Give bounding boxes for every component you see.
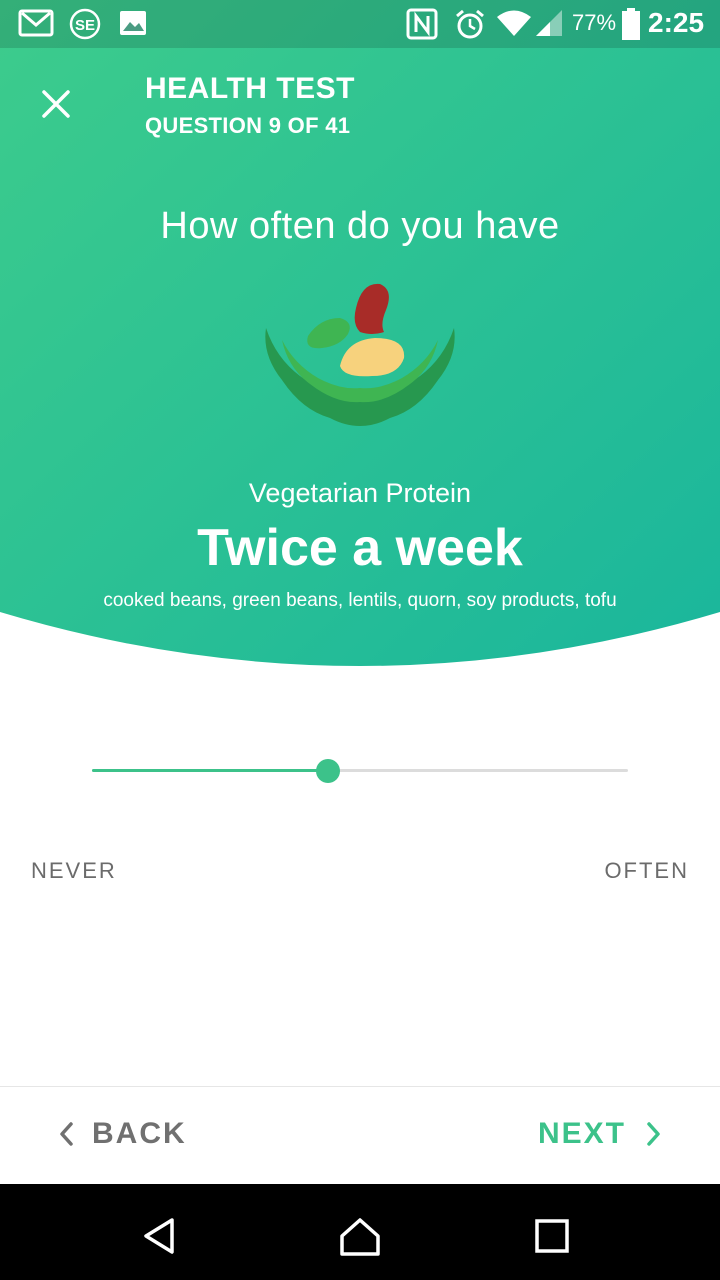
home-icon[interactable] — [338, 1214, 382, 1258]
next-button[interactable]: NEXT — [538, 1117, 664, 1151]
battery-percent: 77% — [572, 10, 617, 35]
question-prompt: How often do you have — [160, 205, 560, 247]
next-label: NEXT — [538, 1117, 627, 1150]
close-icon — [42, 90, 70, 118]
nfc-icon — [406, 8, 438, 40]
slider-thumb[interactable] — [315, 759, 340, 783]
svg-text:SE: SE — [75, 17, 95, 34]
selected-frequency: Twice a week — [197, 519, 523, 577]
back-label: BACK — [92, 1117, 187, 1150]
system-navigation-bar — [0, 1184, 720, 1280]
signal-icon — [536, 10, 562, 36]
slider-max-label: OFTEN — [604, 858, 689, 883]
alarm-icon — [456, 9, 484, 39]
beans-illustration — [265, 283, 455, 426]
back-triangle-icon[interactable] — [138, 1214, 182, 1258]
status-clock: 2:25 — [648, 7, 705, 38]
frequency-slider[interactable] — [92, 750, 628, 792]
close-button[interactable] — [28, 82, 84, 126]
question-progress: QUESTION 9 OF 41 — [145, 113, 351, 138]
recents-icon[interactable] — [530, 1214, 574, 1258]
food-category: Vegetarian Protein — [248, 478, 472, 508]
chevron-left-icon — [60, 1122, 73, 1146]
slider-fill — [92, 769, 328, 772]
se-app-icon: SE — [69, 8, 101, 40]
wifi-icon — [497, 10, 531, 36]
food-examples: cooked beans, green beans, lentils, quor… — [103, 590, 617, 611]
page-title: HEALTH TEST — [145, 72, 355, 105]
status-bar: SE 77% 2:25 — [0, 0, 720, 48]
battery-icon — [622, 8, 640, 40]
gmail-icon — [18, 9, 54, 37]
chevron-right-icon — [647, 1122, 660, 1146]
gallery-icon — [120, 11, 146, 35]
slider-min-label: NEVER — [31, 858, 117, 883]
bottom-action-bar: BACK NEXT — [0, 1086, 720, 1185]
back-button[interactable]: BACK — [56, 1117, 187, 1151]
